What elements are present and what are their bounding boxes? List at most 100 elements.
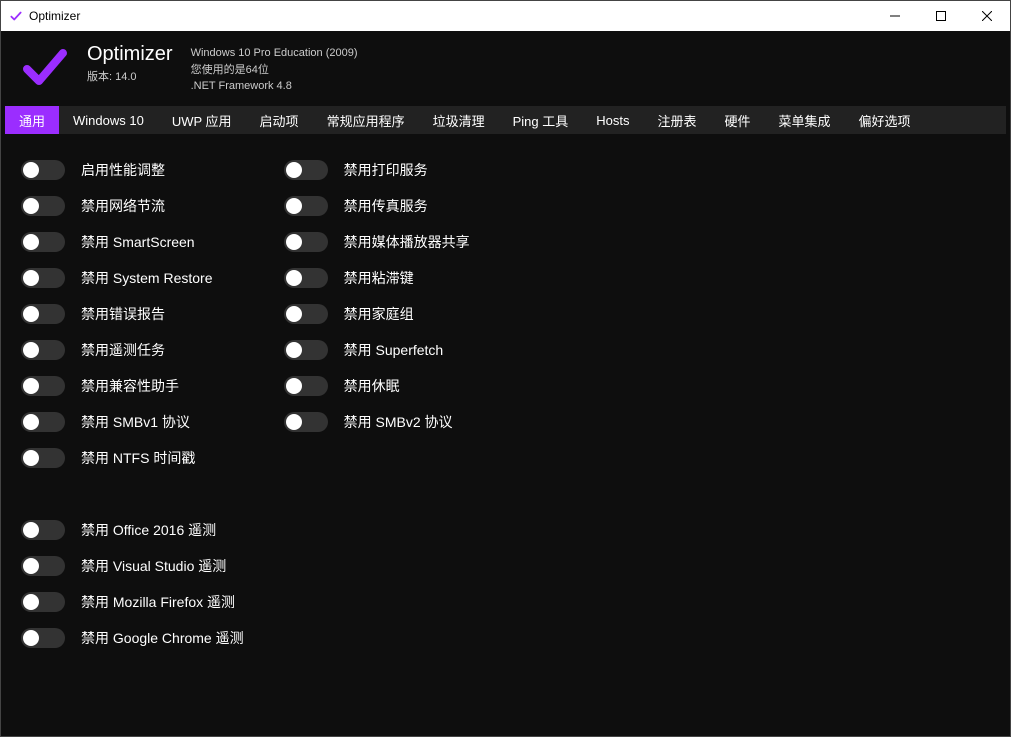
- content-area: 启用性能调整禁用网络节流禁用 SmartScreen 禁用 System Rest…: [1, 134, 1010, 736]
- tab-6[interactable]: Ping 工具: [499, 106, 583, 134]
- app-body: Optimizer 版本: 14.0 Windows 10 Pro Educat…: [1, 31, 1010, 736]
- toggle-switch[interactable]: [21, 268, 65, 288]
- toggle-label: 禁用休眠: [344, 376, 400, 396]
- toggle-knob: [23, 450, 39, 466]
- toggle-switch[interactable]: [284, 196, 328, 216]
- tab-bar: 通用Windows 10UWP 应用启动项常规应用程序垃圾清理Ping 工具Ho…: [5, 106, 1006, 134]
- toggle-switch[interactable]: [284, 376, 328, 396]
- toggle-switch[interactable]: [21, 520, 65, 540]
- close-button[interactable]: [964, 1, 1010, 31]
- app-icon: [9, 9, 23, 23]
- toggle-row: 禁用 SmartScreen: [21, 224, 244, 260]
- toggle-switch[interactable]: [21, 628, 65, 648]
- tab-0[interactable]: 通用: [5, 106, 59, 134]
- toggle-switch[interactable]: [284, 268, 328, 288]
- tab-11[interactable]: 偏好选项: [845, 106, 925, 134]
- arch-info: 您使用的是64位: [191, 62, 358, 79]
- toggle-switch[interactable]: [284, 232, 328, 252]
- tab-1[interactable]: Windows 10: [59, 106, 158, 134]
- toggle-label: 禁用家庭组: [344, 304, 414, 324]
- toggle-row: 禁用家庭组: [284, 296, 470, 332]
- titlebar: Optimizer: [1, 1, 1010, 31]
- toggle-row: 禁用 SMBv1 协议: [21, 404, 244, 440]
- toggle-label: 禁用 SMBv1 协议: [81, 412, 190, 432]
- toggle-column-right: 禁用打印服务禁用传真服务禁用媒体播放器共享禁用粘滞键禁用家庭组禁用 Superf…: [284, 152, 470, 718]
- toggle-switch[interactable]: [21, 556, 65, 576]
- toggle-knob: [286, 306, 302, 322]
- toggle-switch[interactable]: [284, 160, 328, 180]
- app-version: 版本: 14.0: [87, 68, 173, 84]
- toggle-switch[interactable]: [21, 160, 65, 180]
- window-title: Optimizer: [29, 9, 80, 23]
- toggle-row: 禁用 Superfetch: [284, 332, 470, 368]
- tab-2[interactable]: UWP 应用: [158, 106, 246, 134]
- toggle-row: 禁用 System Restore: [21, 260, 244, 296]
- toggle-knob: [23, 522, 39, 538]
- tab-3[interactable]: 启动项: [246, 106, 313, 134]
- minimize-button[interactable]: [872, 1, 918, 31]
- toggle-switch[interactable]: [284, 412, 328, 432]
- toggle-switch[interactable]: [21, 592, 65, 612]
- toggle-label: 禁用 Superfetch: [344, 340, 444, 360]
- toggle-knob: [23, 234, 39, 250]
- toggle-switch[interactable]: [21, 448, 65, 468]
- toggle-switch[interactable]: [21, 376, 65, 396]
- toggle-knob: [286, 198, 302, 214]
- toggle-label: 禁用 Mozilla Firefox 遥测: [81, 592, 235, 612]
- toggle-row: 禁用错误报告: [21, 296, 244, 332]
- toggle-label: 禁用 Visual Studio 遥测: [81, 556, 226, 576]
- toggle-knob: [23, 630, 39, 646]
- toggle-knob: [23, 162, 39, 178]
- app-title: Optimizer: [87, 43, 173, 66]
- toggle-switch[interactable]: [21, 412, 65, 432]
- toggle-knob: [286, 414, 302, 430]
- toggle-label: 禁用 Office 2016 遥测: [81, 520, 216, 540]
- tab-8[interactable]: 注册表: [643, 106, 710, 134]
- toggle-label: 禁用网络节流: [81, 196, 165, 216]
- toggle-row: 禁用兼容性助手: [21, 368, 244, 404]
- toggle-label: 禁用遥测任务: [81, 340, 165, 360]
- toggle-label: 禁用 System Restore: [81, 268, 212, 288]
- toggle-row: 禁用 NTFS 时间戳: [21, 440, 244, 476]
- toggle-knob: [23, 594, 39, 610]
- toggle-label: 禁用兼容性助手: [81, 376, 179, 396]
- toggle-row: 启用性能调整: [21, 152, 244, 188]
- tab-7[interactable]: Hosts: [582, 106, 643, 134]
- toggle-knob: [23, 198, 39, 214]
- tab-4[interactable]: 常规应用程序: [313, 106, 419, 134]
- toggle-knob: [23, 558, 39, 574]
- toggle-row: 禁用 Office 2016 遥测: [21, 512, 244, 548]
- toggle-label: 禁用传真服务: [344, 196, 428, 216]
- toggle-row: 禁用传真服务: [284, 188, 470, 224]
- toggle-row: 禁用网络节流: [21, 188, 244, 224]
- tab-5[interactable]: 垃圾清理: [419, 106, 499, 134]
- toggle-knob: [23, 270, 39, 286]
- app-window: Optimizer Optimizer 版本: 14.0 Windows 10 …: [0, 0, 1011, 737]
- toggle-row: 禁用 Mozilla Firefox 遥测: [21, 584, 244, 620]
- maximize-button[interactable]: [918, 1, 964, 31]
- os-info: Windows 10 Pro Education (2009): [191, 45, 358, 62]
- toggle-knob: [23, 414, 39, 430]
- toggle-switch[interactable]: [21, 196, 65, 216]
- toggle-label: 禁用 NTFS 时间戳: [81, 448, 195, 468]
- tab-9[interactable]: 硬件: [710, 106, 764, 134]
- tab-10[interactable]: 菜单集成: [765, 106, 845, 134]
- toggle-row: 禁用粘滞键: [284, 260, 470, 296]
- toggle-row: 禁用休眠: [284, 368, 470, 404]
- toggle-switch[interactable]: [284, 340, 328, 360]
- toggle-knob: [23, 378, 39, 394]
- toggle-row: 禁用 Visual Studio 遥测: [21, 548, 244, 584]
- toggle-label: 禁用错误报告: [81, 304, 165, 324]
- toggle-switch[interactable]: [21, 232, 65, 252]
- toggle-knob: [23, 342, 39, 358]
- toggle-knob: [286, 378, 302, 394]
- toggle-label: 禁用 SmartScreen: [81, 232, 195, 252]
- toggle-switch[interactable]: [21, 304, 65, 324]
- toggle-row: 禁用 SMBv2 协议: [284, 404, 470, 440]
- toggle-label: 禁用媒体播放器共享: [344, 232, 470, 252]
- toggle-knob: [286, 234, 302, 250]
- toggle-switch[interactable]: [284, 304, 328, 324]
- toggle-switch[interactable]: [21, 340, 65, 360]
- toggle-row: 禁用 Google Chrome 遥测: [21, 620, 244, 656]
- header: Optimizer 版本: 14.0 Windows 10 Pro Educat…: [1, 31, 1010, 106]
